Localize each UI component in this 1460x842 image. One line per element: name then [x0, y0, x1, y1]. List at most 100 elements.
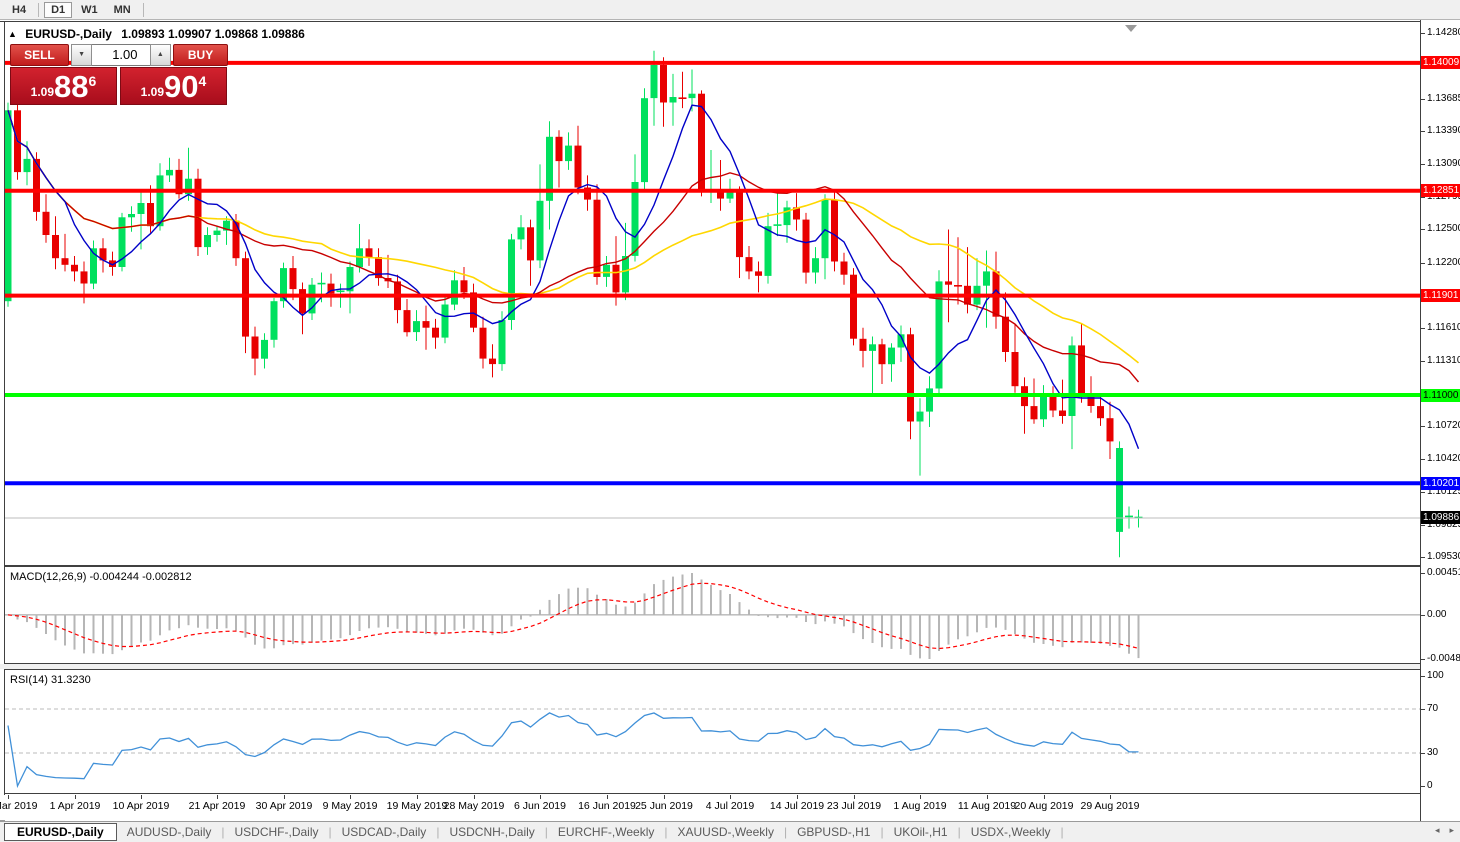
tab-scroll-left-icon[interactable]: ◂	[1435, 825, 1440, 836]
volume-input[interactable]: 1.00	[92, 44, 149, 66]
candle	[1012, 324, 1019, 392]
candle	[803, 213, 810, 284]
macd-tick-mark	[1421, 659, 1425, 660]
collapse-panel-arrow-icon[interactable]: ▲	[8, 29, 17, 39]
date-tick-label: 10 Apr 2019	[113, 800, 170, 812]
date-tick-label: 21 Apr 2019	[189, 800, 246, 812]
date-tick-mark	[987, 795, 988, 799]
date-tick-label: 1 Aug 2019	[893, 800, 946, 812]
date-tick-label: 14 Jul 2019	[770, 800, 824, 812]
macd-tick-label: 0.00	[1427, 609, 1446, 620]
date-tick-label: 19 May 2019	[387, 800, 448, 812]
candle	[166, 158, 173, 182]
date-tick-label: 29 Aug 2019	[1081, 800, 1140, 812]
rsi-indicator-chart[interactable]	[5, 670, 1420, 793]
chart-symbol-period: EURUSD-,Daily	[25, 27, 112, 41]
candle	[565, 132, 572, 170]
date-tick-label: 1 Apr 2019	[50, 800, 101, 812]
price-scale[interactable]: 1.142801.139851.136851.133901.130901.127…	[1420, 20, 1460, 821]
chart-tab-gbpusd-h1[interactable]: GBPUSD-,H1	[787, 824, 880, 840]
candle	[860, 328, 867, 368]
timeframe-button-H4[interactable]: H4	[5, 2, 33, 18]
candle	[442, 297, 449, 343]
rsi-tick-label: 0	[1427, 780, 1433, 791]
candle	[679, 72, 687, 108]
rsi-tick-mark	[1421, 786, 1425, 787]
ma-line-slow-yellow	[8, 110, 1139, 363]
rsi-line	[8, 713, 1139, 786]
timeframe-button-W1[interactable]: W1	[74, 2, 105, 18]
date-tick-mark	[920, 795, 921, 799]
tab-scroll-arrows: ◂ ▸	[1435, 825, 1454, 836]
candle	[214, 226, 221, 241]
volume-decrease-button[interactable]: ▼	[71, 44, 93, 66]
candle	[888, 343, 895, 382]
date-tick-label: 23 Jul 2019	[827, 800, 881, 812]
date-tick-mark	[1110, 795, 1111, 799]
tab-scroll-right-icon[interactable]: ▸	[1449, 825, 1454, 836]
price-tick-mark	[1421, 263, 1425, 264]
candle	[128, 206, 135, 231]
date-tick-mark	[350, 795, 351, 799]
ma-line-fast-blue	[8, 105, 1139, 449]
candle	[309, 278, 316, 320]
chart-tab-ukoil-h1[interactable]: UKOil-,H1	[884, 824, 958, 840]
timeframe-button-D1[interactable]: D1	[44, 2, 72, 18]
date-tick-label: 28 May 2019	[444, 800, 505, 812]
bid-price-panel[interactable]: 1.09 88 6	[10, 67, 117, 105]
candle	[670, 74, 677, 126]
date-tick-label: 6 Jun 2019	[514, 800, 566, 812]
date-tick-label: 25 Jun 2019	[635, 800, 693, 812]
chart-tab-xauusd-weekly[interactable]: XAUUSD-,Weekly	[667, 824, 783, 840]
sell-button[interactable]: SELL	[10, 44, 69, 66]
macd-tick-label: -0.004800	[1427, 653, 1460, 664]
candle	[983, 251, 990, 328]
candle	[584, 175, 591, 210]
candle	[195, 169, 202, 256]
candle	[1078, 323, 1085, 403]
price-level-badge: 1.11901	[1421, 289, 1460, 302]
candle	[755, 262, 762, 293]
chart-tab-eurusd-daily[interactable]: EURUSD-,Daily	[4, 823, 117, 841]
date-tick-mark	[8, 795, 9, 799]
date-tick-label: 4 Jul 2019	[706, 800, 754, 812]
chart-shift-marker-icon[interactable]	[1125, 25, 1137, 32]
rsi-tick-label: 30	[1427, 747, 1438, 758]
chart-tab-usdx-weekly[interactable]: USDX-,Weekly	[961, 824, 1061, 840]
chart-tab-usdchf-daily[interactable]: USDCHF-,Daily	[225, 824, 329, 840]
timeframe-button-MN[interactable]: MN	[107, 2, 138, 18]
candle	[223, 216, 230, 245]
candle	[869, 337, 876, 394]
candle	[822, 194, 829, 279]
ask-price-big: 90	[164, 70, 198, 104]
macd-tick-mark	[1421, 573, 1425, 574]
candle	[252, 327, 259, 376]
chart-tab-audusd-daily[interactable]: AUDUSD-,Daily	[117, 824, 222, 840]
candle	[603, 256, 610, 287]
volume-increase-button[interactable]: ▲	[150, 44, 172, 66]
chart-tab-eurchf-weekly[interactable]: EURCHF-,Weekly	[548, 824, 664, 840]
price-tick-label: 1.12500	[1427, 223, 1460, 234]
ask-price-panel[interactable]: 1.09 90 4	[120, 67, 227, 105]
candle	[1040, 385, 1047, 427]
candle	[1116, 441, 1123, 557]
buy-button[interactable]: BUY	[173, 44, 228, 66]
candle	[242, 252, 249, 354]
candle	[1021, 377, 1028, 433]
candle	[375, 248, 382, 285]
candle	[290, 256, 297, 300]
bid-price-big: 88	[54, 70, 88, 104]
price-level-badge: 1.14009	[1421, 56, 1460, 69]
candle	[945, 230, 952, 323]
candle	[527, 220, 534, 286]
date-tick-mark	[797, 795, 798, 799]
chart-tab-usdcnh-daily[interactable]: USDCNH-,Daily	[439, 824, 544, 840]
candle	[62, 234, 69, 272]
chart-tab-usdcad-daily[interactable]: USDCAD-,Daily	[332, 824, 437, 840]
candle	[765, 213, 772, 284]
price-tick-mark	[1421, 525, 1425, 526]
date-axis[interactable]: 22 Mar 20191 Apr 201910 Apr 201921 Apr 2…	[5, 795, 1420, 821]
candle	[185, 148, 192, 201]
price-tick-mark	[1421, 229, 1425, 230]
macd-indicator-chart[interactable]	[5, 567, 1420, 663]
